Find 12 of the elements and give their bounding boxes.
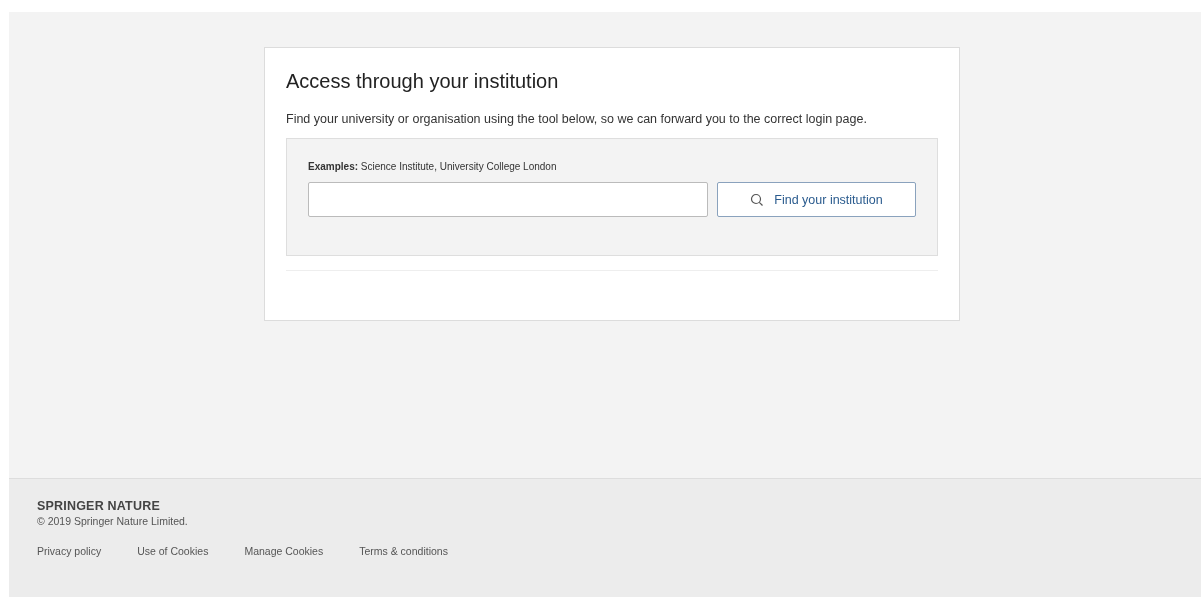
- find-institution-button[interactable]: Find your institution: [717, 182, 916, 217]
- page-heading: Access through your institution: [286, 70, 560, 93]
- footer-link[interactable]: Manage Cookies: [244, 545, 324, 557]
- footer-link[interactable]: Privacy policy: [37, 545, 102, 557]
- footer-link[interactable]: Terms & conditions: [359, 545, 448, 557]
- logo: SPRINGER NATURE: [37, 499, 161, 513]
- copyright-text: © 2019 Springer Nature Limited.: [37, 515, 189, 527]
- footer-link[interactable]: Use of Cookies: [137, 545, 209, 557]
- search-icon: [750, 192, 765, 207]
- examples-hint: Examples: Science Institute, University College London: [308, 161, 558, 172]
- intro-text: Find your university or organisation using the tool below, so we can forward you to the correct login page.: [286, 111, 868, 128]
- institution-search-field[interactable]: [308, 182, 708, 217]
